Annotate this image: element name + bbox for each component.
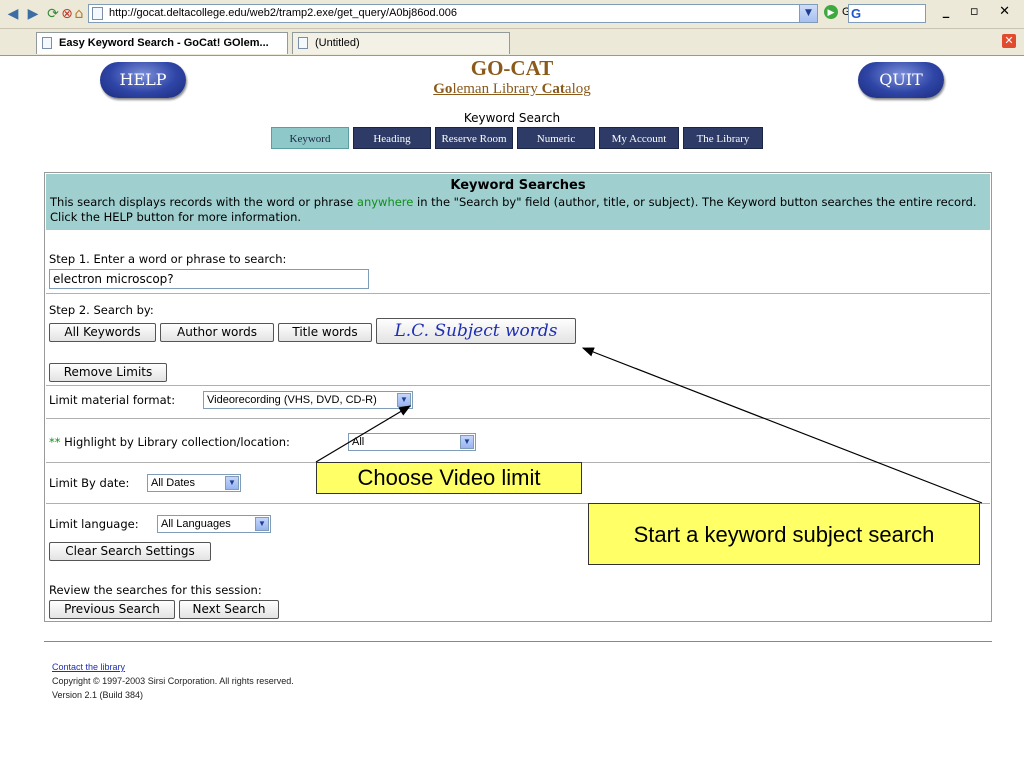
subject-arrow [581,347,983,504]
footer-divider [44,641,992,642]
version-text: Version 2.1 (Build 384) [52,690,144,700]
callout-subject-search: Start a keyword subject search [588,503,980,565]
callout-video-limit: Choose Video limit [316,462,582,494]
copyright-text: Copyright © 1997-2003 Sirsi Corporation.… [52,676,294,686]
video-arrow [315,405,412,463]
contact-library-link[interactable]: Contact the library [52,662,125,672]
callout-arrows [315,347,983,504]
